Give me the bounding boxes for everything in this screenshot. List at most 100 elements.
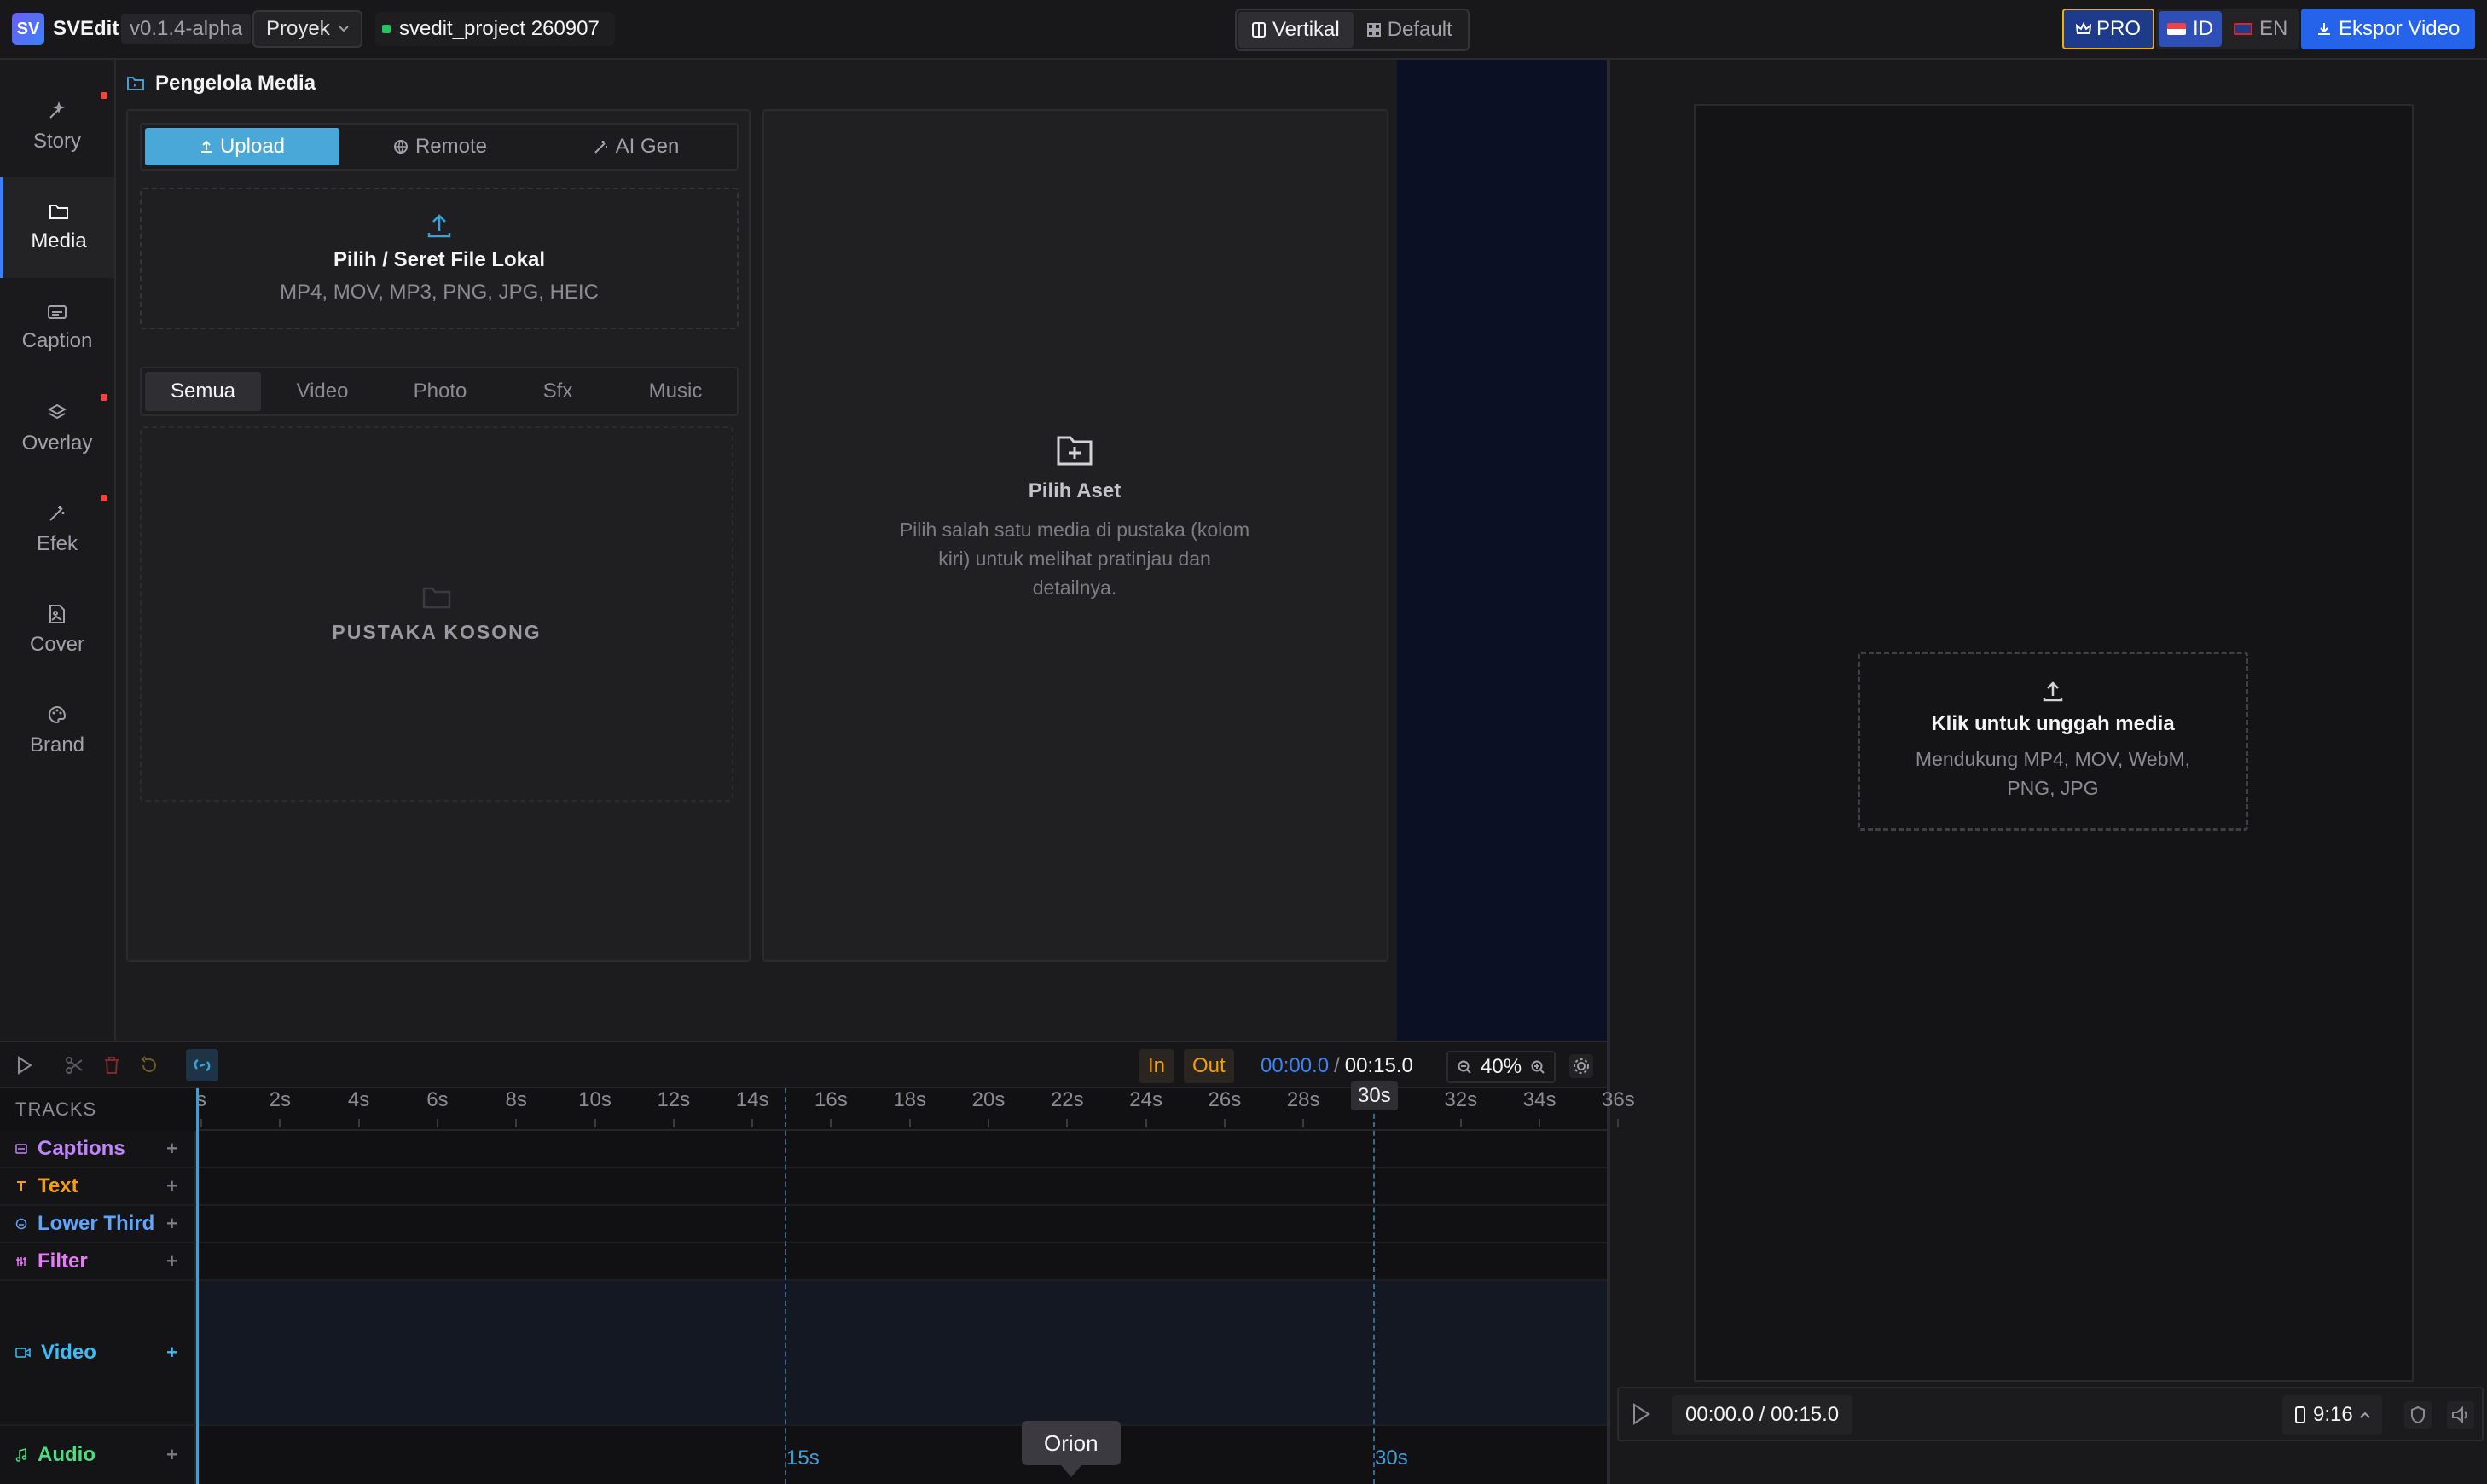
track-label-video[interactable]: Video + bbox=[0, 1281, 196, 1424]
reset-button[interactable] bbox=[136, 1052, 162, 1078]
ruler-tick-label: 10s bbox=[578, 1088, 612, 1111]
upload-icon bbox=[2043, 681, 2063, 702]
app-logo: SV bbox=[12, 13, 44, 45]
ruler-tick-label: 16s bbox=[815, 1088, 848, 1111]
filter-tab-sfx[interactable]: Sfx bbox=[500, 372, 616, 411]
track-label-audio[interactable]: Audio + bbox=[0, 1426, 196, 1484]
sidebar-item-cover[interactable]: Cover bbox=[0, 580, 114, 681]
playhead[interactable] bbox=[196, 1088, 199, 1484]
ruler-tick-mark bbox=[830, 1119, 832, 1127]
upload-icon bbox=[200, 140, 212, 153]
filter-tab-photo[interactable]: Photo bbox=[382, 372, 498, 411]
magnet-snap-button[interactable] bbox=[186, 1049, 218, 1081]
music-icon bbox=[15, 1448, 27, 1462]
ruler-tick-label: 20s bbox=[971, 1088, 1006, 1111]
ruler-tick-label: 36s bbox=[1602, 1088, 1635, 1111]
file-dropzone[interactable]: Pilih / Seret File Lokal MP4, MOV, MP3, … bbox=[140, 188, 739, 329]
ruler-tick-label: 8s bbox=[505, 1088, 527, 1111]
filter-tab-video[interactable]: Video bbox=[264, 372, 380, 411]
aspect-ratio-select[interactable]: 9:16 bbox=[2282, 1395, 2382, 1435]
track-row-lower-third: Lower Third + bbox=[0, 1206, 1607, 1243]
ruler-tick-label: 4s bbox=[347, 1088, 370, 1111]
volume-button[interactable] bbox=[2446, 1400, 2475, 1429]
upload-media-target[interactable]: Klik untuk unggah media Mendukung MP4, M… bbox=[1858, 652, 2248, 831]
pro-button[interactable]: PRO bbox=[2062, 9, 2155, 49]
ruler-tick-mark bbox=[279, 1119, 281, 1127]
timeline-settings-button[interactable] bbox=[1569, 1054, 1593, 1078]
source-tabs: Upload Remote AI Gen bbox=[140, 123, 739, 171]
phone-icon bbox=[2295, 1406, 2305, 1423]
marker-15s-label: 15s bbox=[786, 1446, 820, 1470]
ruler-tick-mark bbox=[672, 1119, 675, 1127]
language-en-button[interactable]: EN bbox=[2225, 11, 2296, 47]
tab-upload[interactable]: Upload bbox=[145, 128, 339, 165]
add-track-item-button[interactable]: + bbox=[166, 1342, 177, 1364]
layout-default-button[interactable]: Default bbox=[1354, 12, 1466, 48]
ruler-tick-mark bbox=[1539, 1119, 1541, 1127]
caption-icon bbox=[48, 305, 67, 319]
add-track-item-button[interactable]: + bbox=[166, 1250, 177, 1272]
ruler-tick-label: 14s bbox=[735, 1088, 769, 1111]
add-track-item-button[interactable]: + bbox=[166, 1444, 177, 1466]
add-track-item-button[interactable]: + bbox=[166, 1175, 177, 1197]
ruler-tick-mark bbox=[988, 1119, 989, 1127]
layout-toggle: Vertikal Default bbox=[1235, 9, 1470, 51]
ruler-tick-label: 18s bbox=[893, 1088, 927, 1111]
sidebar-item-brand[interactable]: Brand bbox=[0, 681, 114, 781]
add-track-item-button[interactable]: + bbox=[166, 1138, 177, 1160]
filter-tab-music[interactable]: Music bbox=[617, 372, 733, 411]
zoom-in-icon[interactable] bbox=[1530, 1059, 1545, 1075]
sidebar-item-story[interactable]: Story bbox=[0, 77, 114, 177]
video-icon bbox=[15, 1348, 31, 1358]
ruler-tick-mark bbox=[1066, 1119, 1069, 1127]
notification-dot bbox=[101, 394, 107, 401]
ruler-tick-label: 26s bbox=[1208, 1088, 1242, 1111]
track-label-lower-third[interactable]: Lower Third + bbox=[0, 1206, 196, 1242]
crown-icon bbox=[2076, 22, 2091, 34]
language-id-button[interactable]: ID bbox=[2159, 11, 2222, 47]
download-icon bbox=[2318, 23, 2330, 35]
dropzone-formats: MP4, MOV, MP3, PNG, JPG, HEIC bbox=[280, 281, 599, 304]
mark-out-button[interactable]: Out bbox=[1184, 1049, 1234, 1083]
wand-icon bbox=[49, 506, 65, 521]
play-icon bbox=[18, 1056, 32, 1075]
app-name: SVEdit bbox=[53, 17, 119, 40]
asset-title: Pilih Aset bbox=[1028, 479, 1122, 502]
gear-icon bbox=[1569, 1054, 1593, 1078]
tab-remote[interactable]: Remote bbox=[343, 128, 537, 165]
ruler-tick-label: 12s bbox=[657, 1088, 691, 1111]
text-icon bbox=[17, 1181, 26, 1191]
split-button[interactable] bbox=[61, 1052, 87, 1078]
delete-button[interactable] bbox=[99, 1052, 125, 1078]
zoom-control: 40% bbox=[1446, 1051, 1557, 1083]
shield-icon bbox=[2404, 1401, 2432, 1429]
add-track-item-button[interactable]: + bbox=[166, 1213, 177, 1235]
chevron-down-icon bbox=[338, 26, 349, 32]
sidebar-item-efek[interactable]: Efek bbox=[0, 479, 114, 580]
export-video-button[interactable]: Ekspor Video bbox=[2301, 9, 2476, 49]
chevron-up-icon bbox=[2360, 1412, 2370, 1418]
marker-30s-line bbox=[1373, 1088, 1375, 1484]
mark-in-button[interactable]: In bbox=[1139, 1049, 1174, 1083]
zoom-out-icon[interactable] bbox=[1457, 1059, 1472, 1075]
duration: 00:15.0 bbox=[1344, 1054, 1413, 1077]
track-label-captions[interactable]: Captions + bbox=[0, 1131, 196, 1167]
play-button[interactable] bbox=[1631, 1402, 1651, 1426]
track-label-text[interactable]: Text + bbox=[0, 1168, 196, 1204]
project-name[interactable]: svedit_project 260907 bbox=[375, 12, 615, 46]
sidebar-item-overlay[interactable]: Overlay bbox=[0, 379, 114, 479]
ruler-tick-label: 6s bbox=[426, 1088, 449, 1111]
filter-tab-semua[interactable]: Semua bbox=[145, 372, 261, 411]
sidebar-item-caption[interactable]: Caption bbox=[0, 278, 114, 379]
panel-title: Pengelola Media bbox=[126, 72, 316, 96]
tab-ai-gen[interactable]: AI Gen bbox=[539, 128, 733, 165]
status-dot bbox=[382, 25, 391, 33]
sidebar-item-media[interactable]: Media bbox=[0, 177, 114, 278]
track-label-filter[interactable]: Filter + bbox=[0, 1243, 196, 1279]
layout-vertical-button[interactable]: Vertikal bbox=[1238, 12, 1354, 48]
safe-area-button[interactable] bbox=[2403, 1400, 2432, 1429]
ruler-tick-mark bbox=[751, 1119, 754, 1127]
project-menu-button[interactable]: Proyek bbox=[252, 10, 362, 48]
folder-icon bbox=[127, 77, 144, 90]
timeline-play-button[interactable] bbox=[12, 1052, 38, 1078]
